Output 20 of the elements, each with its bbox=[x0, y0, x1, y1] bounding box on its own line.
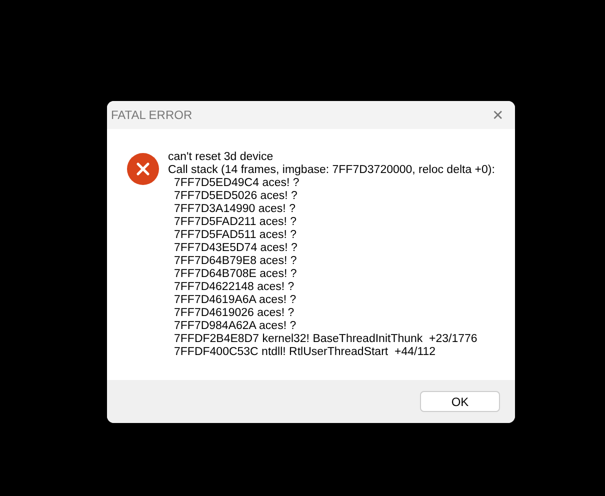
stack-frame: 7FF7D5FAD511 aces! ? bbox=[168, 229, 495, 242]
stack-frame: 7FF7D5ED49C4 aces! ? bbox=[168, 177, 495, 190]
stack-frame: 7FF7D984A62A aces! ? bbox=[168, 320, 495, 333]
stack-frame: 7FF7D3A14990 aces! ? bbox=[168, 203, 495, 216]
stack-frame: 7FF7D4619026 aces! ? bbox=[168, 307, 495, 320]
message-text: can't reset 3d device bbox=[168, 151, 274, 164]
stack-frame: 7FFDF2B4E8D7 kernel32! BaseThreadInitThunk +23/1776 bbox=[168, 333, 495, 346]
stack-frame: 7FF7D5FAD211 aces! ? bbox=[168, 216, 495, 229]
stack-frame: 7FF7D64B79E8 aces! ? bbox=[168, 255, 495, 268]
error-icon bbox=[127, 153, 159, 185]
stack-frame: 7FF7D43E5D74 aces! ? bbox=[168, 242, 495, 255]
stack-frame: 7FF7D5ED5026 aces! ? bbox=[168, 190, 495, 203]
stack-frame: 7FF7D4622148 aces! ? bbox=[168, 281, 495, 294]
stack-frame: 7FFDF400C53C ntdll! RtlUserThreadStart +44/112 bbox=[168, 346, 495, 359]
stack-frame: 7FF7D4619A6A aces! ? bbox=[168, 294, 495, 307]
ok-button[interactable]: OK bbox=[420, 391, 500, 412]
window-title: FATAL ERROR bbox=[111, 108, 192, 122]
stack-frame: 7FF7D64B708E aces! ? bbox=[168, 268, 495, 281]
message-text: Call stack (14 frames, imgbase: 7FF7D3720000, reloc delta +0): bbox=[168, 164, 495, 177]
close-button[interactable]: ✕ bbox=[481, 101, 515, 129]
